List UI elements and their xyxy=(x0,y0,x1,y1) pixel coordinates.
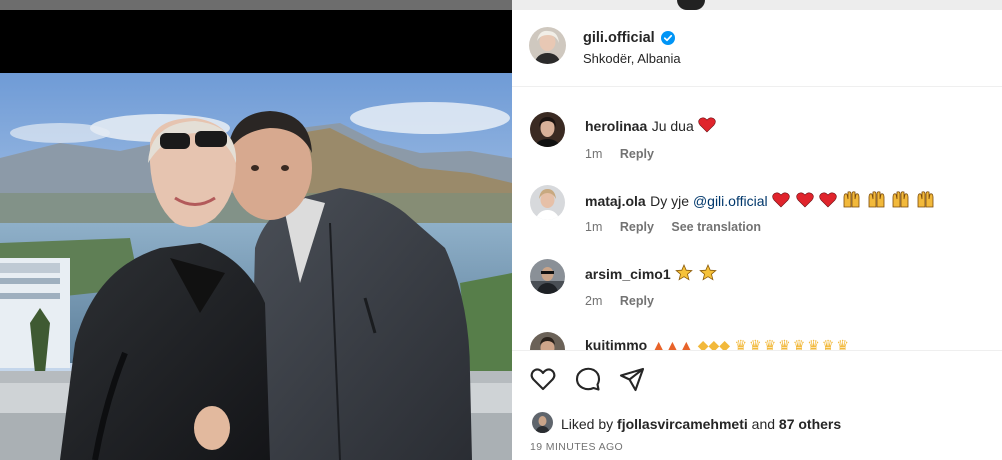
star-icon xyxy=(698,264,717,281)
comment-body: mataj.ola Dy yje @gili.official xyxy=(585,190,936,211)
red-heart-icon xyxy=(795,192,814,208)
red-heart-icon xyxy=(772,192,790,208)
reply-button[interactable]: Reply xyxy=(620,294,654,308)
verified-badge-icon xyxy=(661,31,675,45)
comment-item: herolinaa Ju dua 1m Reply xyxy=(512,112,1002,182)
post-photo-area xyxy=(0,0,512,460)
likes-others-count[interactable]: 87 others xyxy=(779,416,841,432)
likes-prefix: Liked by xyxy=(561,416,618,432)
reply-button[interactable]: Reply xyxy=(620,220,654,234)
star-icon xyxy=(675,264,693,281)
comment-username[interactable]: mataj.ola xyxy=(585,193,646,209)
red-heart-icon xyxy=(819,192,837,208)
comment-body: arsim_cimo1 xyxy=(585,264,718,284)
post-side-panel: gili.official Shkodër, Albania herolinaa… xyxy=(512,0,1002,460)
comment-username[interactable]: herolinaa xyxy=(585,118,647,134)
post-actions-section: Liked by fjollasvircamehmeti and 87 othe… xyxy=(512,350,1002,453)
post-header: gili.official Shkodër, Albania xyxy=(512,10,1002,87)
author-avatar[interactable] xyxy=(529,27,566,64)
comment-text: Ju dua xyxy=(651,118,694,134)
comment-meta: 1m Reply xyxy=(585,147,668,161)
comment-meta: 1m Reply See translation xyxy=(585,220,775,234)
red-heart-icon xyxy=(698,117,716,133)
paper-plane-icon[interactable] xyxy=(618,365,646,393)
comment-item: mataj.ola Dy yje @gili.official 1m Reply… xyxy=(512,185,1002,255)
raised-hands-icon xyxy=(844,191,860,208)
commenter-avatar[interactable] xyxy=(530,259,565,294)
comment-mention-link[interactable]: @gili.official xyxy=(693,193,768,209)
likes-summary: Liked by fjollasvircamehmeti and 87 othe… xyxy=(561,416,841,432)
author-username[interactable]: gili.official xyxy=(583,30,655,46)
comment-text: Dy yje xyxy=(650,193,693,209)
see-translation-button[interactable]: See translation xyxy=(671,220,761,234)
raised-hands-icon xyxy=(892,191,909,208)
commenter-avatar[interactable] xyxy=(530,112,565,147)
top-bar-shape xyxy=(677,0,705,10)
comment-bubble-icon[interactable] xyxy=(574,365,602,393)
heart-outline-icon[interactable] xyxy=(529,365,557,393)
liker-avatar[interactable] xyxy=(532,412,553,433)
liker-username[interactable]: fjollasvircamehmeti xyxy=(617,416,748,432)
commenter-avatar[interactable] xyxy=(530,185,565,220)
raised-hands-icon xyxy=(917,191,934,208)
panel-top-bar xyxy=(512,0,1002,10)
comment-body: herolinaa Ju dua xyxy=(585,117,717,136)
previous-content-strip xyxy=(0,0,512,10)
likes-mid: and xyxy=(747,416,779,432)
comment-meta: 2m Reply xyxy=(585,294,668,308)
post-photo[interactable] xyxy=(0,73,512,460)
comment-username[interactable]: arsim_cimo1 xyxy=(585,266,671,282)
comment-item: arsim_cimo1 2m Reply xyxy=(512,259,1002,329)
raised-hands-icon xyxy=(868,191,885,208)
comment-time: 1m xyxy=(585,220,603,234)
post-location[interactable]: Shkodër, Albania xyxy=(583,51,681,66)
reply-button[interactable]: Reply xyxy=(620,147,654,161)
comment-time: 2m xyxy=(585,294,603,308)
post-timestamp[interactable]: 19 MINUTES AGO xyxy=(530,441,623,453)
comment-time: 1m xyxy=(585,147,603,161)
